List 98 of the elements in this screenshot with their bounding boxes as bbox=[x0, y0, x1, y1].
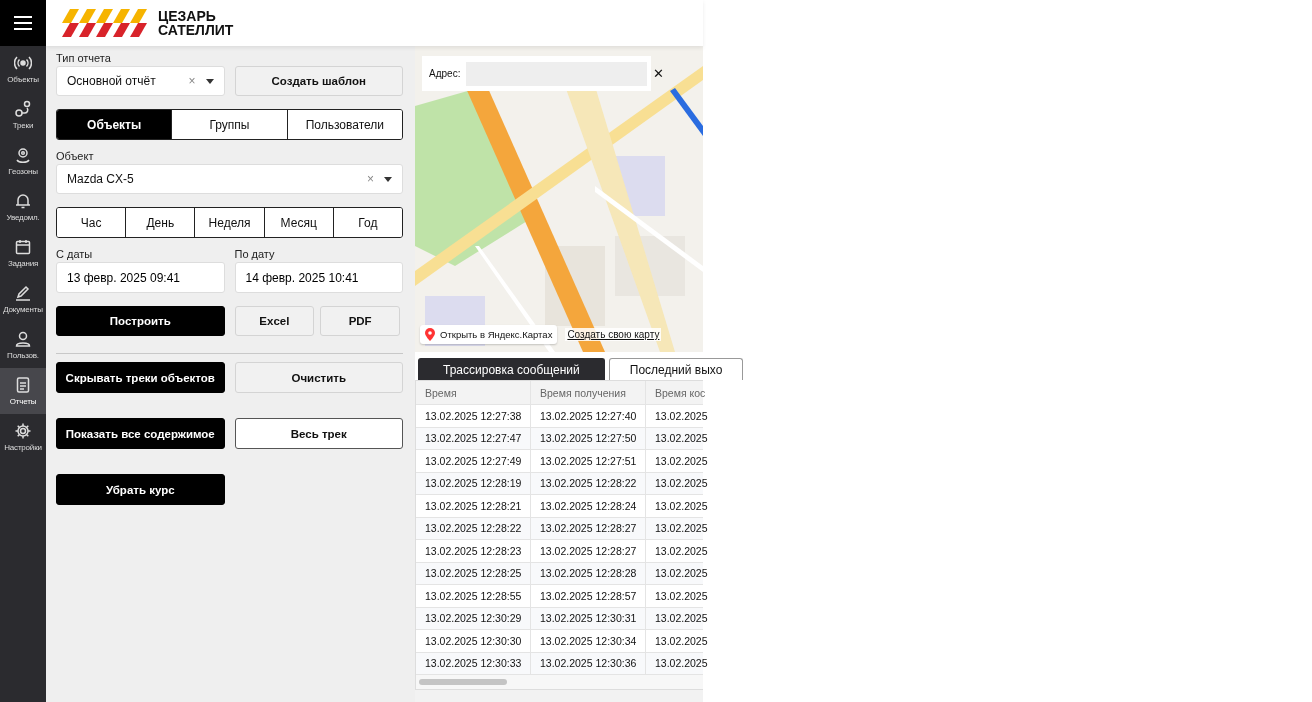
field-label: Объект bbox=[56, 150, 95, 162]
broadcast-icon bbox=[14, 54, 32, 72]
calendar-icon bbox=[14, 238, 32, 256]
column-header: Время bbox=[416, 381, 531, 404]
sidebar-item[interactable]: Документы bbox=[0, 276, 46, 322]
scope-tab[interactable]: Объекты bbox=[57, 110, 172, 139]
build-button[interactable]: Построить bbox=[56, 306, 225, 336]
period-button[interactable]: Год bbox=[332, 208, 402, 237]
table-cell: 13.02.2025 12:28:19 bbox=[416, 472, 531, 494]
export-button[interactable]: PDF bbox=[320, 306, 400, 336]
table-cell: 13.02.2025 12:28:22 bbox=[416, 517, 531, 539]
logo-text: ЦЕЗАРЬ bbox=[158, 9, 217, 23]
pencil-icon bbox=[14, 284, 32, 302]
table-cell: 13.02.2025 12:28:21 bbox=[416, 495, 531, 517]
user-icon bbox=[14, 330, 32, 348]
table-cell: 13.02.2025 12:30:30 bbox=[416, 630, 531, 652]
action-button[interactable]: Убрать курс bbox=[56, 474, 225, 505]
logo-text: САТЕЛЛИТ bbox=[158, 23, 234, 37]
table-cell-text: 13.02.2025 bbox=[654, 498, 709, 514]
document-icon bbox=[14, 376, 32, 394]
table-cell-text: 13.02.2025 bbox=[654, 453, 709, 469]
clear-icon[interactable]: × bbox=[367, 172, 374, 186]
table-cell: 13.02.2025 12:28:28 bbox=[531, 562, 646, 584]
table-cell: 13.02.2025 12:28:27 bbox=[531, 540, 646, 562]
table-cell: 13.02.2025 12:28:24 bbox=[531, 495, 646, 517]
period-button[interactable]: Неделя bbox=[194, 208, 264, 237]
map-pin-icon bbox=[425, 328, 435, 341]
table-cell: 13.02.2025 12:30:33 bbox=[416, 652, 531, 674]
table-cell: 13.02.2025 12:27:38 bbox=[416, 405, 531, 427]
export-button[interactable]: Excel bbox=[234, 306, 315, 336]
create-map-link[interactable]: Создать свою карту bbox=[565, 328, 662, 341]
table-cell: 13.02.2025 12:28:23 bbox=[416, 540, 531, 562]
location-pin-icon bbox=[14, 146, 32, 164]
scope-tab[interactable]: Группы bbox=[171, 110, 287, 139]
period-button[interactable]: Месяц bbox=[263, 208, 333, 237]
field-label: По дату bbox=[234, 248, 276, 260]
table-cell-text: 13.02.2025 bbox=[654, 633, 709, 649]
table-cell: 13.02.2025 12:30:36 bbox=[531, 652, 646, 674]
scrollbar-thumb[interactable] bbox=[419, 679, 507, 685]
table-cell-text: 13.02.2025 bbox=[654, 543, 709, 559]
table-cell: 13.02.2025 12:30:29 bbox=[416, 607, 531, 629]
table-cell: 13.02.2025 12:28:25 bbox=[416, 562, 531, 584]
sidebar-item[interactable]: Задания bbox=[0, 230, 46, 276]
menu-icon bbox=[14, 16, 32, 30]
table-cell: 13.02.2025 12:27:49 bbox=[416, 450, 531, 472]
sidebar-item[interactable]: Геозоны bbox=[0, 138, 46, 184]
object-select[interactable]: Mazda CX-5 × bbox=[56, 164, 403, 194]
sidebar-item[interactable]: Объекты bbox=[0, 46, 46, 92]
menu-button[interactable] bbox=[0, 0, 46, 46]
sidebar-item[interactable]: Треки bbox=[0, 92, 46, 138]
caret-icon bbox=[384, 176, 392, 182]
sidebar-item[interactable]: Уведомл. bbox=[0, 184, 46, 230]
period-button[interactable]: Час bbox=[57, 208, 126, 237]
date-from-field[interactable]: 13 февр. 2025 09:41 bbox=[56, 262, 225, 293]
table-cell-text: 13.02.2025 bbox=[654, 431, 709, 447]
table-cell: 13.02.2025 12:27:51 bbox=[531, 450, 646, 472]
bell-icon bbox=[14, 192, 32, 210]
date-to-field[interactable]: 14 февр. 2025 10:41 bbox=[234, 262, 403, 293]
result-tab[interactable]: Трассировка сообщений bbox=[418, 358, 605, 380]
sidebar-item[interactable]: Пользов. bbox=[0, 322, 46, 368]
table-cell: 13.02.2025 12:30:34 bbox=[531, 630, 646, 652]
open-in-maps-link[interactable]: Открыть в Яндекс.Картах bbox=[420, 325, 558, 344]
clear-icon[interactable]: × bbox=[188, 74, 196, 88]
address-label: Адрес: bbox=[429, 68, 461, 79]
action-button[interactable]: Показать все содержимое bbox=[56, 418, 225, 449]
field-label: С даты bbox=[56, 248, 94, 260]
table-cell: 13.02.2025 12:27:40 bbox=[531, 405, 646, 427]
sidebar-item[interactable]: Настройки bbox=[0, 414, 46, 460]
table-cell: 13.02.2025 12:30:31 bbox=[531, 607, 646, 629]
table-cell-text: 13.02.2025 bbox=[654, 656, 709, 672]
table-cell-text: 13.02.2025 bbox=[654, 566, 709, 582]
table-cell-text: 13.02.2025 bbox=[654, 476, 709, 492]
column-header: Время получения bbox=[531, 381, 646, 404]
caret-icon bbox=[205, 78, 214, 84]
table-cell-text: 13.02.2025 bbox=[654, 408, 709, 424]
scope-tab[interactable]: Пользователи bbox=[286, 110, 402, 139]
table-cell: 13.02.2025 12:28:27 bbox=[531, 517, 646, 539]
route-icon bbox=[14, 100, 32, 118]
table-cell-text: 13.02.2025 bbox=[654, 588, 709, 604]
action-button[interactable]: Очистить bbox=[234, 362, 403, 393]
settings-icon bbox=[14, 422, 32, 440]
table-cell: 13.02.2025 12:28:22 bbox=[531, 472, 646, 494]
sidebar-item[interactable]: Отчеты bbox=[0, 368, 46, 414]
table-cell: 13.02.2025 12:28:55 bbox=[416, 585, 531, 607]
close-button[interactable]: ✕ bbox=[653, 66, 665, 81]
column-header: Время кос bbox=[654, 385, 707, 401]
table-cell: 13.02.2025 12:28:57 bbox=[531, 585, 646, 607]
table-cell-text: 13.02.2025 bbox=[654, 521, 709, 537]
table-cell-text: 13.02.2025 bbox=[654, 611, 709, 627]
field-label: Тип отчета bbox=[56, 52, 112, 64]
table-cell: 13.02.2025 12:27:47 bbox=[416, 427, 531, 449]
action-button[interactable]: Весь трек bbox=[234, 418, 403, 449]
create-template-button[interactable]: Создать шаблон bbox=[234, 66, 403, 96]
table-cell: 13.02.2025 12:27:50 bbox=[531, 427, 646, 449]
report-type-select[interactable]: Основной отчёт × bbox=[56, 66, 225, 96]
period-button[interactable]: День bbox=[125, 208, 195, 237]
action-button[interactable]: Скрывать треки объектов bbox=[56, 362, 225, 393]
result-tab[interactable]: Последний выхо bbox=[608, 358, 744, 380]
